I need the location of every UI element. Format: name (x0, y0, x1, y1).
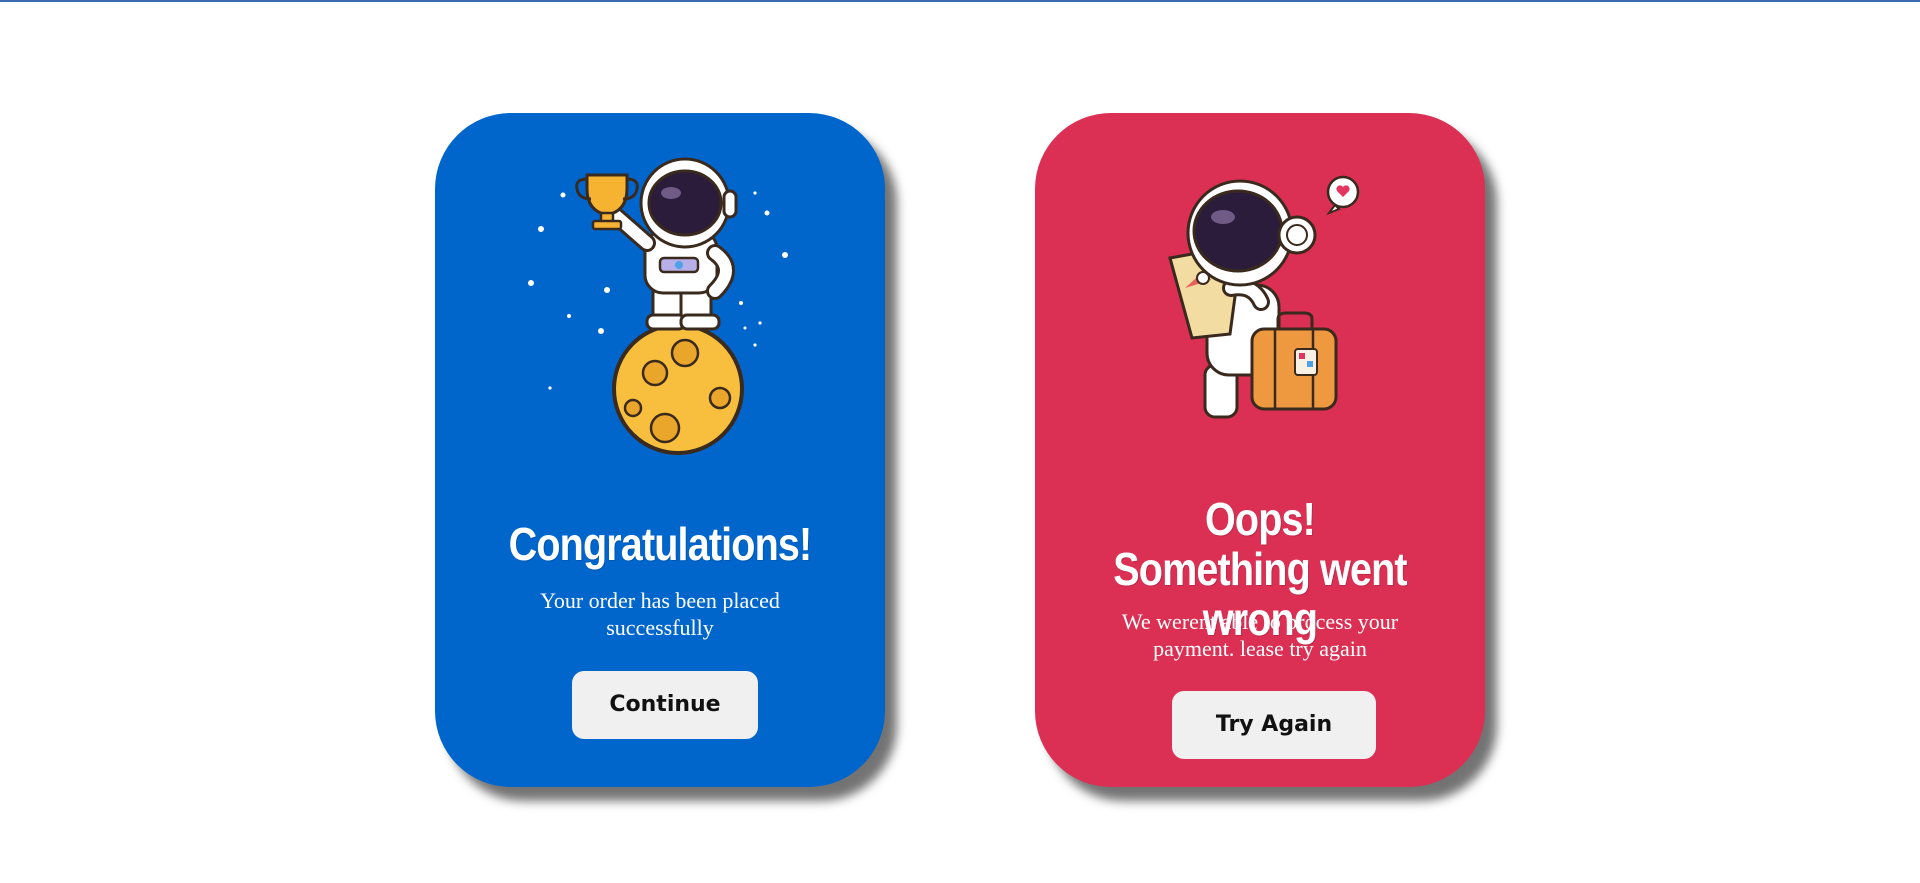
success-card: Congratulations! Your order has been pla… (435, 113, 885, 787)
astronaut-trophy-moon-icon (528, 157, 788, 455)
error-card: Oops! Something went wrong We werent abl… (1035, 113, 1485, 787)
continue-button[interactable]: Continue (572, 671, 758, 739)
success-message: Your order has been placed successfully (540, 588, 780, 640)
error-message: We werent able to process your payment. … (1121, 609, 1399, 661)
try-again-button[interactable]: Try Again (1172, 691, 1376, 759)
success-title: Congratulations! (508, 518, 813, 570)
error-title-line-1: Oops! (1205, 493, 1316, 545)
astronaut-map-suitcase-icon (1168, 175, 1360, 419)
top-border (0, 0, 1920, 2)
